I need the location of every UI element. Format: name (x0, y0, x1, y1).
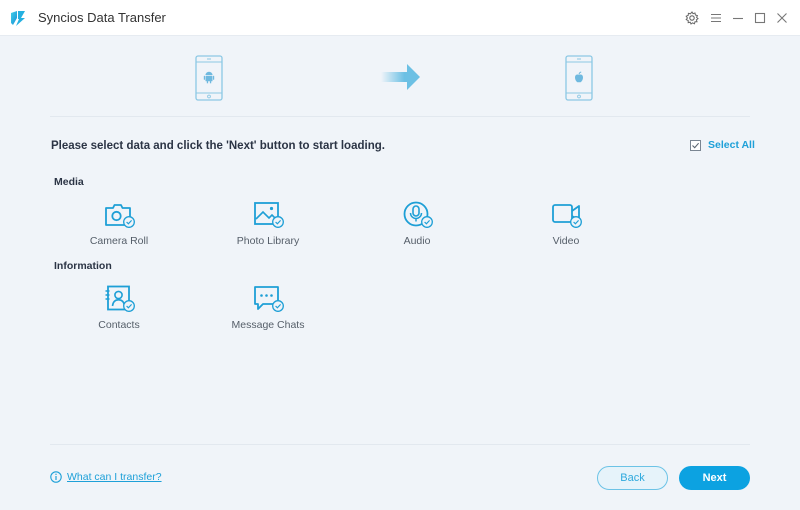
instruction-text: Please select data and click the 'Next' … (51, 140, 385, 152)
help-link-text[interactable]: What can I transfer? (67, 471, 162, 483)
arrow-right-icon (381, 64, 420, 90)
photo-icon (254, 202, 284, 228)
maximize-button[interactable] (752, 10, 768, 26)
main-panel: Please select data and click the 'Next' … (0, 37, 800, 510)
item-label: Camera Roll (89, 235, 149, 247)
item-camera-roll[interactable]: Camera Roll (69, 201, 169, 251)
item-contacts[interactable]: Contacts (69, 285, 169, 335)
item-label: Video (552, 235, 580, 247)
back-button[interactable]: Back (597, 466, 668, 490)
checkbox[interactable] (690, 139, 701, 151)
section-label-information: Information (54, 260, 112, 272)
microphone-icon (403, 201, 433, 228)
section-label-media: Media (54, 176, 84, 188)
app-title: Syncios Data Transfer (38, 10, 166, 25)
item-label: Audio (403, 235, 431, 247)
item-video[interactable]: Video (516, 201, 616, 251)
settings-icon (685, 11, 699, 25)
video-camera-icon (552, 204, 582, 228)
app-logo-icon (11, 11, 25, 26)
minimize-button[interactable] (730, 10, 746, 26)
info-icon (50, 471, 62, 483)
item-label: Contacts (98, 319, 140, 331)
item-photo-library[interactable]: Photo Library (218, 201, 318, 251)
close-button[interactable] (774, 10, 790, 26)
device-strip (50, 37, 750, 117)
checkmark-icon (692, 142, 700, 149)
minimize-icon (733, 17, 743, 20)
maximize-icon (754, 12, 766, 24)
select-all-label: Select All (708, 139, 755, 151)
settings-button[interactable] (684, 10, 700, 26)
contacts-book-icon (105, 285, 135, 312)
divider (50, 444, 750, 445)
android-phone-icon (195, 55, 223, 101)
title-bar: Syncios Data Transfer (0, 0, 800, 36)
item-message-chats[interactable]: Message Chats (218, 285, 318, 335)
help-link[interactable]: What can I transfer? (50, 471, 162, 483)
item-label: Message Chats (231, 319, 305, 331)
next-button[interactable]: Next (679, 466, 750, 490)
chat-bubble-icon (254, 286, 284, 312)
item-audio[interactable]: Audio (367, 201, 467, 251)
close-icon (777, 13, 787, 23)
select-all-checkbox[interactable]: Select All (690, 139, 755, 151)
menu-icon (711, 13, 721, 23)
item-label: Photo Library (236, 235, 300, 247)
menu-button[interactable] (708, 10, 724, 26)
camera-icon (105, 204, 135, 228)
apple-phone-icon (565, 55, 593, 101)
